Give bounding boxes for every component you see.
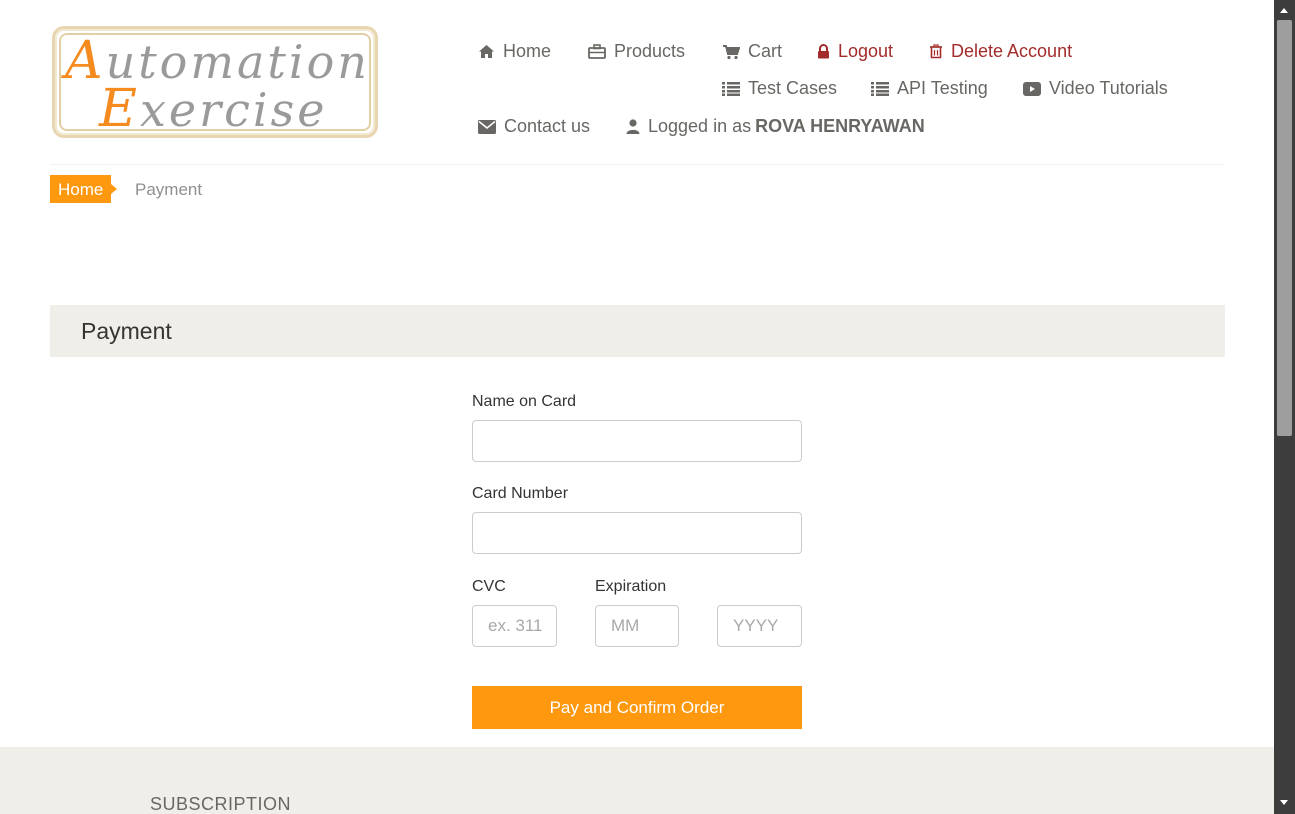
name-on-card-label: Name on Card [472,393,577,410]
page-scrollbar[interactable] [1274,0,1295,814]
list-icon [722,81,740,96]
scroll-thumb[interactable] [1277,20,1292,436]
logged-in-prefix: Logged in as [648,116,752,136]
nav-logout-label: Logout [838,41,894,61]
subscription-heading: SUBSCRIPTION [150,794,292,814]
nav-products-label: Products [614,41,686,61]
trash-icon [930,44,942,59]
nav-home-label: Home [503,41,552,61]
nav-cart[interactable]: Cart [722,41,782,62]
home-icon [479,45,494,58]
breadcrumb-current: Payment [135,180,203,199]
breadcrumb-home[interactable]: Home [50,175,118,203]
card-number-label: Card Number [472,485,569,502]
nav-products[interactable]: Products [588,41,685,62]
payment-heading-bar: Payment [50,305,1225,357]
lock-icon [818,44,829,59]
list-icon [871,81,889,96]
page-title: Payment [81,318,172,344]
nav-video-tutorials-label: Video Tutorials [1049,78,1168,98]
user-icon [626,119,640,134]
nav-home[interactable]: Home [478,41,551,62]
nav-cart-label: Cart [748,41,783,61]
logo-line-2: Exercise [99,79,328,139]
scroll-up-icon[interactable] [1280,8,1288,13]
nav-contact-us[interactable]: Contact us [478,116,590,137]
briefcase-icon [588,44,606,59]
expiry-year-input[interactable] [717,605,802,647]
nav-contact-us-label: Contact us [504,116,591,136]
envelope-icon [478,119,496,134]
cvc-label: CVC [472,578,506,595]
nav-test-cases[interactable]: Test Cases [722,78,837,99]
header-divider [50,164,1225,165]
expiration-label: Expiration [595,578,667,595]
nav-delete-account[interactable]: Delete Account [929,41,1072,62]
nav-video-tutorials[interactable]: Video Tutorials [1023,78,1168,99]
nav-delete-account-label: Delete Account [951,41,1073,61]
nav-logout[interactable]: Logout [817,41,893,62]
scroll-down-icon[interactable] [1280,800,1288,805]
card-number-input[interactable] [472,512,802,554]
youtube-icon [1023,81,1041,96]
site-logo[interactable]: Automation Exercise [52,26,378,139]
nav-api-testing-label: API Testing [897,78,988,98]
expiry-month-input[interactable] [595,605,679,647]
nav-test-cases-label: Test Cases [748,78,838,98]
nav-logged-in: Logged in as ROVA HENRYAWAN [626,116,925,137]
nav-api-testing[interactable]: API Testing [871,78,988,99]
name-on-card-input[interactable] [472,420,802,462]
pay-and-confirm-button[interactable]: Pay and Confirm Order [472,686,802,729]
logged-in-username: ROVA HENRYAWAN [755,116,925,136]
footer: SUBSCRIPTION [0,747,1274,814]
cart-icon [723,44,740,59]
cvc-input[interactable] [472,605,557,647]
